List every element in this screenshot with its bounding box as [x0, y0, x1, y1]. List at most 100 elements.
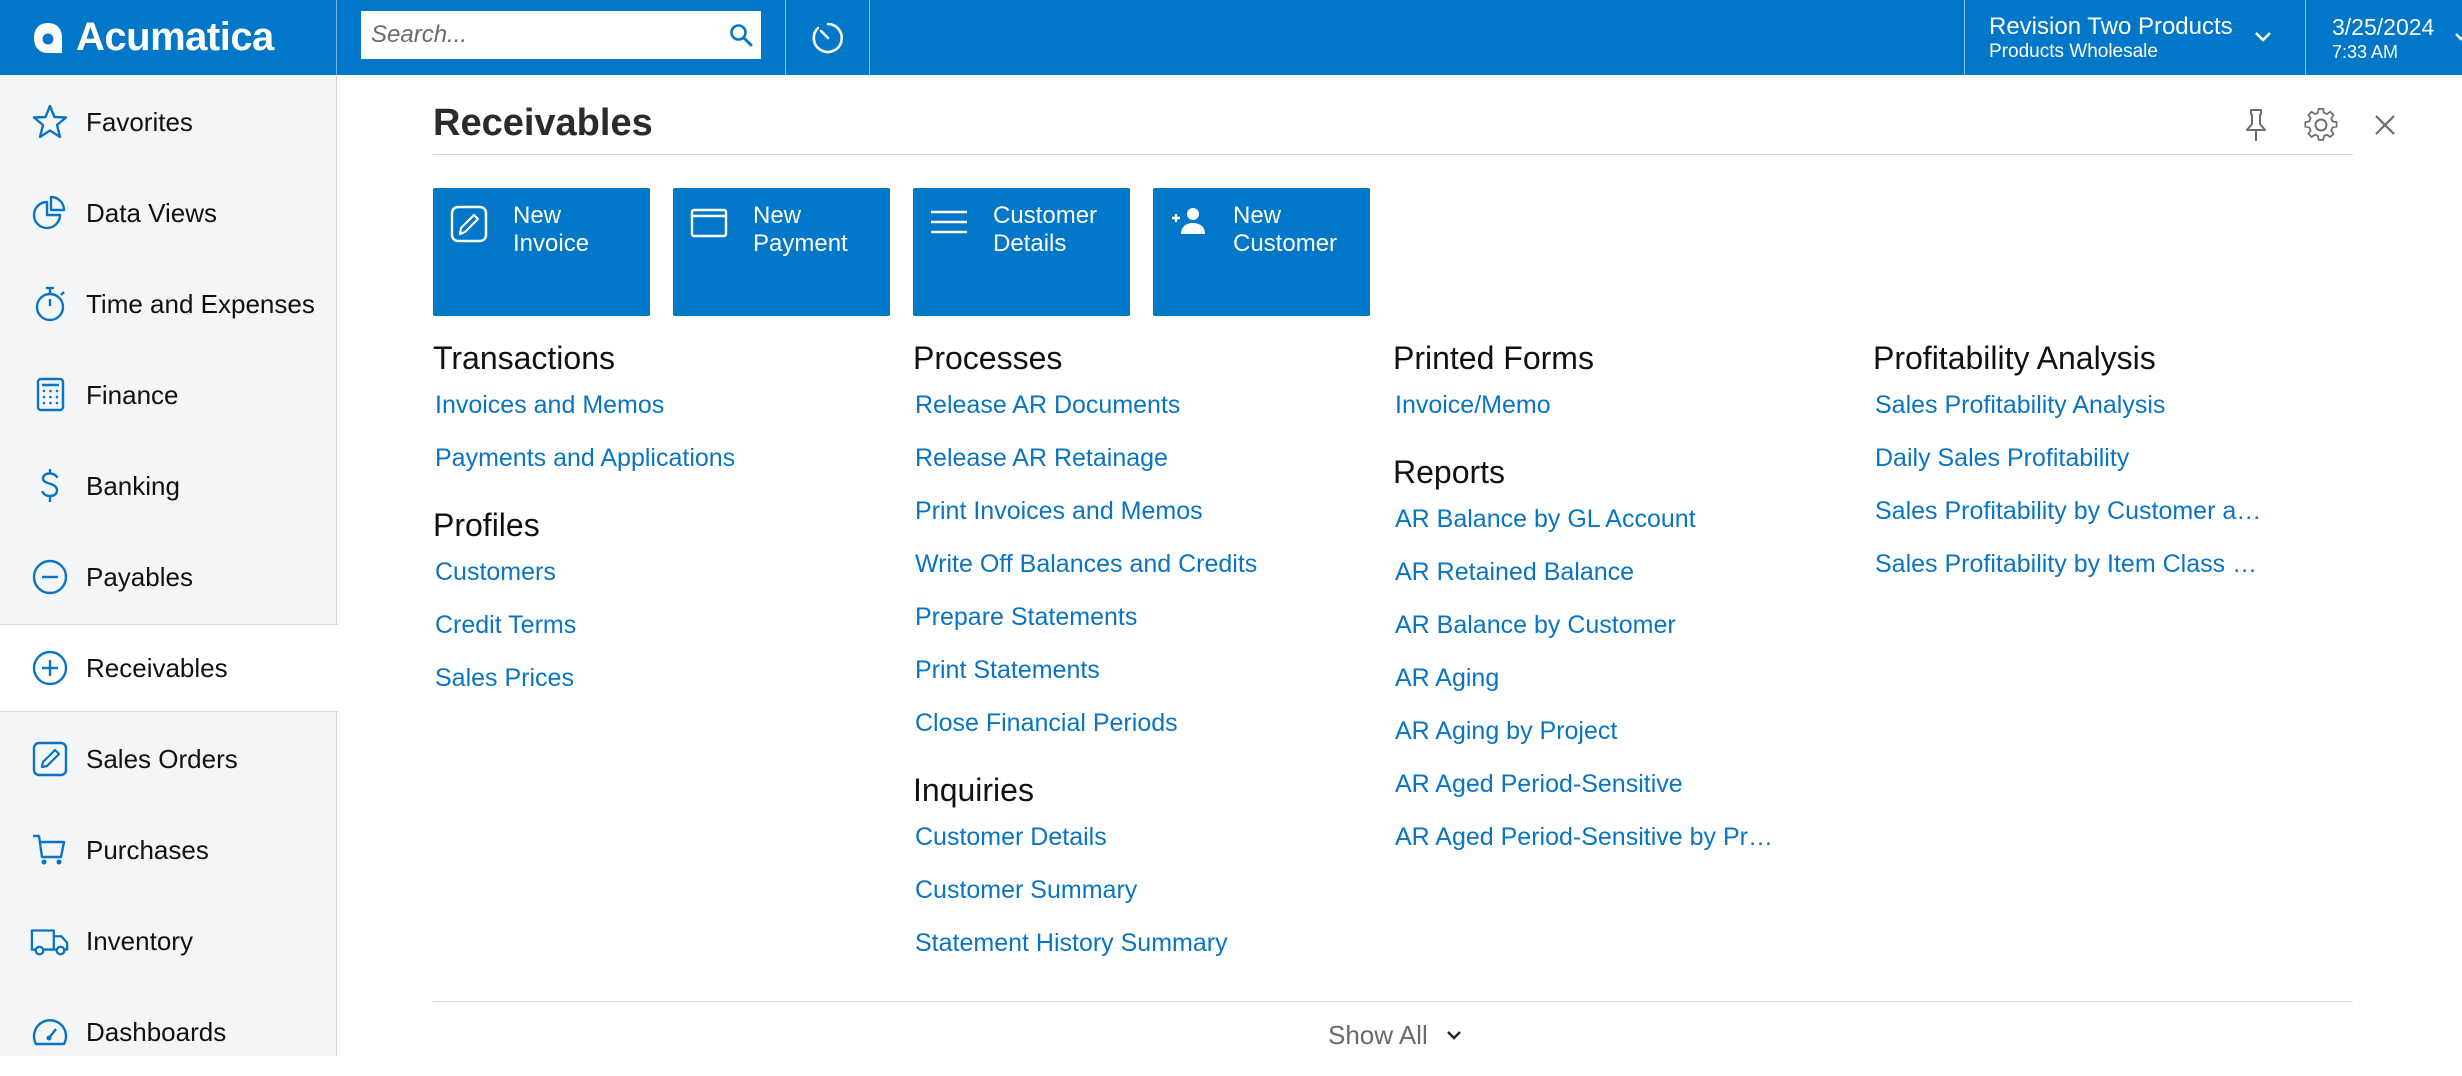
sidebar-item-label: Data Views [86, 197, 218, 228]
link-ar-balance-by-gl-account[interactable]: AR Balance by GL Account [1393, 505, 1833, 558]
sidebar-item-payables[interactable]: Payables [0, 533, 337, 621]
sidebar-item-purchases[interactable]: Purchases [0, 806, 337, 894]
show-all-label: Show All [1328, 1019, 1428, 1050]
workspace-panel: Receivables New Invoice New Payment Cust… [338, 75, 2462, 1056]
close-button[interactable] [2365, 105, 2405, 145]
star-icon [30, 102, 70, 142]
business-date-selector[interactable]: 3/25/2024 7:33 AM [2306, 0, 2462, 75]
customer-details-tile[interactable]: Customer Details [913, 188, 1130, 316]
settings-button[interactable] [2301, 105, 2341, 145]
gauge-icon [30, 1012, 70, 1052]
section-heading: Reports [1393, 454, 1506, 490]
divider [433, 1001, 2353, 1002]
section-heading: Processes [913, 340, 1063, 376]
cart-icon [30, 830, 70, 870]
gear-icon [2304, 107, 2338, 141]
tile-label: New Invoice [513, 202, 590, 257]
link-sales-profitability-by-customer[interactable]: Sales Profitability by Customer a… [1873, 497, 2313, 550]
sidebar-item-time-and-expenses[interactable]: Time and Expenses [0, 260, 337, 348]
new-customer-tile[interactable]: New Customer [1153, 188, 1370, 316]
sidebar-item-dashboards[interactable]: Dashboards [0, 988, 337, 1076]
section-heading: Transactions [433, 340, 615, 376]
business-date: 3/25/2024 [2332, 13, 2435, 40]
sidebar-item-label: Sales Orders [86, 743, 238, 774]
chevron-down-icon [2255, 32, 2271, 42]
recent-history-button[interactable] [786, 0, 870, 75]
link-customer-summary[interactable]: Customer Summary [913, 876, 1353, 929]
link-write-off-balances-and-credits[interactable]: Write Off Balances and Credits [913, 550, 1353, 603]
chevron-down-icon [1446, 1031, 1461, 1040]
branch-name: Products Wholesale [1989, 40, 2158, 62]
section-printed-forms: Printed Forms Invoice/Memo [1393, 338, 1833, 444]
pie-chart-icon [30, 193, 70, 233]
add-user-icon [1172, 208, 1205, 234]
search-input[interactable] [361, 11, 721, 59]
link-print-statements[interactable]: Print Statements [913, 656, 1353, 709]
column-transactions-profiles: Transactions Invoices and Memos Payments… [433, 338, 873, 717]
link-ar-aged-period-sensitive[interactable]: AR Aged Period-Sensitive [1393, 770, 1833, 823]
sidebar-item-label: Payables [86, 561, 193, 592]
show-all-button[interactable]: Show All [1328, 1015, 1462, 1055]
section-transactions: Transactions Invoices and Memos Payments… [433, 338, 873, 497]
column-profitability-analysis: Profitability Analysis Sales Profitabili… [1873, 338, 2313, 603]
section-heading: Printed Forms [1393, 340, 1594, 376]
sidebar-item-label: Finance [86, 379, 179, 410]
sidebar-item-finance[interactable]: Finance [0, 351, 337, 439]
sidebar-item-label: Receivables [86, 652, 228, 683]
link-payments-and-applications[interactable]: Payments and Applications [433, 444, 873, 497]
divider [433, 154, 2353, 155]
logo[interactable]: Acumatica [0, 0, 337, 75]
link-credit-terms[interactable]: Credit Terms [433, 611, 873, 664]
link-invoice-memo[interactable]: Invoice/Memo [1393, 391, 1833, 444]
section-profiles: Profiles Customers Credit Terms Sales Pr… [433, 505, 873, 717]
link-customer-details[interactable]: Customer Details [913, 823, 1353, 876]
link-release-ar-documents[interactable]: Release AR Documents [913, 391, 1353, 444]
minus-circle-icon [30, 557, 70, 597]
sidebar-item-sales-orders[interactable]: Sales Orders [0, 715, 337, 803]
card-icon [690, 208, 728, 238]
section-reports: Reports AR Balance by GL Account AR Reta… [1393, 452, 1833, 876]
link-print-invoices-and-memos[interactable]: Print Invoices and Memos [913, 497, 1353, 550]
search-box[interactable] [361, 11, 761, 59]
link-invoices-and-memos[interactable]: Invoices and Memos [433, 391, 873, 444]
link-statement-history-summary[interactable]: Statement History Summary [913, 929, 1353, 982]
link-ar-retained-balance[interactable]: AR Retained Balance [1393, 558, 1833, 611]
sidebar-item-label: Dashboards [86, 1016, 227, 1047]
sidebar-item-favorites[interactable]: Favorites [0, 78, 337, 166]
stopwatch-icon [30, 284, 70, 324]
link-ar-aging[interactable]: AR Aging [1393, 664, 1833, 717]
new-payment-tile[interactable]: New Payment [673, 188, 890, 316]
sidebar-item-label: Inventory [86, 925, 193, 956]
link-sales-profitability-analysis[interactable]: Sales Profitability Analysis [1873, 391, 2313, 444]
link-sales-profitability-by-item-class[interactable]: Sales Profitability by Item Class … [1873, 550, 2313, 603]
brand-name: Acumatica [76, 15, 274, 59]
sidebar-item-data-views[interactable]: Data Views [0, 169, 337, 257]
sidebar-item-banking[interactable]: Banking [0, 442, 337, 530]
link-ar-aging-by-project[interactable]: AR Aging by Project [1393, 717, 1833, 770]
section-inquiries: Inquiries Customer Details Customer Summ… [913, 770, 1353, 982]
link-release-ar-retainage[interactable]: Release AR Retainage [913, 444, 1353, 497]
edit-icon [30, 739, 70, 779]
top-bar: Acumatica Revision Two Products Products… [0, 0, 2462, 75]
link-daily-sales-profitability[interactable]: Daily Sales Profitability [1873, 444, 2313, 497]
link-sales-prices[interactable]: Sales Prices [433, 664, 873, 717]
new-invoice-tile[interactable]: New Invoice [433, 188, 650, 316]
sidebar-item-receivables[interactable]: Receivables [0, 624, 338, 712]
link-ar-aged-period-sensitive-by-project[interactable]: AR Aged Period-Sensitive by Pr… [1393, 823, 1833, 876]
pin-button[interactable] [2236, 105, 2276, 145]
business-time: 7:33 AM [2332, 41, 2399, 62]
column-printed-forms-reports: Printed Forms Invoice/Memo Reports AR Ba… [1393, 338, 1833, 876]
link-customers[interactable]: Customers [433, 558, 873, 611]
tile-label: New Customer [1233, 202, 1338, 257]
company-branch-selector[interactable]: Revision Two Products Products Wholesale [1965, 0, 2305, 75]
link-ar-balance-by-customer[interactable]: AR Balance by Customer [1393, 611, 1833, 664]
sidebar-item-label: Purchases [86, 834, 209, 865]
list-icon [931, 210, 967, 234]
dollar-icon [30, 466, 70, 506]
sidebar-item-inventory[interactable]: Inventory [0, 897, 337, 985]
search-icon[interactable] [721, 11, 761, 59]
link-close-financial-periods[interactable]: Close Financial Periods [913, 709, 1353, 762]
close-icon [2375, 115, 2395, 135]
link-prepare-statements[interactable]: Prepare Statements [913, 603, 1353, 656]
section-heading: Inquiries [913, 772, 1034, 808]
